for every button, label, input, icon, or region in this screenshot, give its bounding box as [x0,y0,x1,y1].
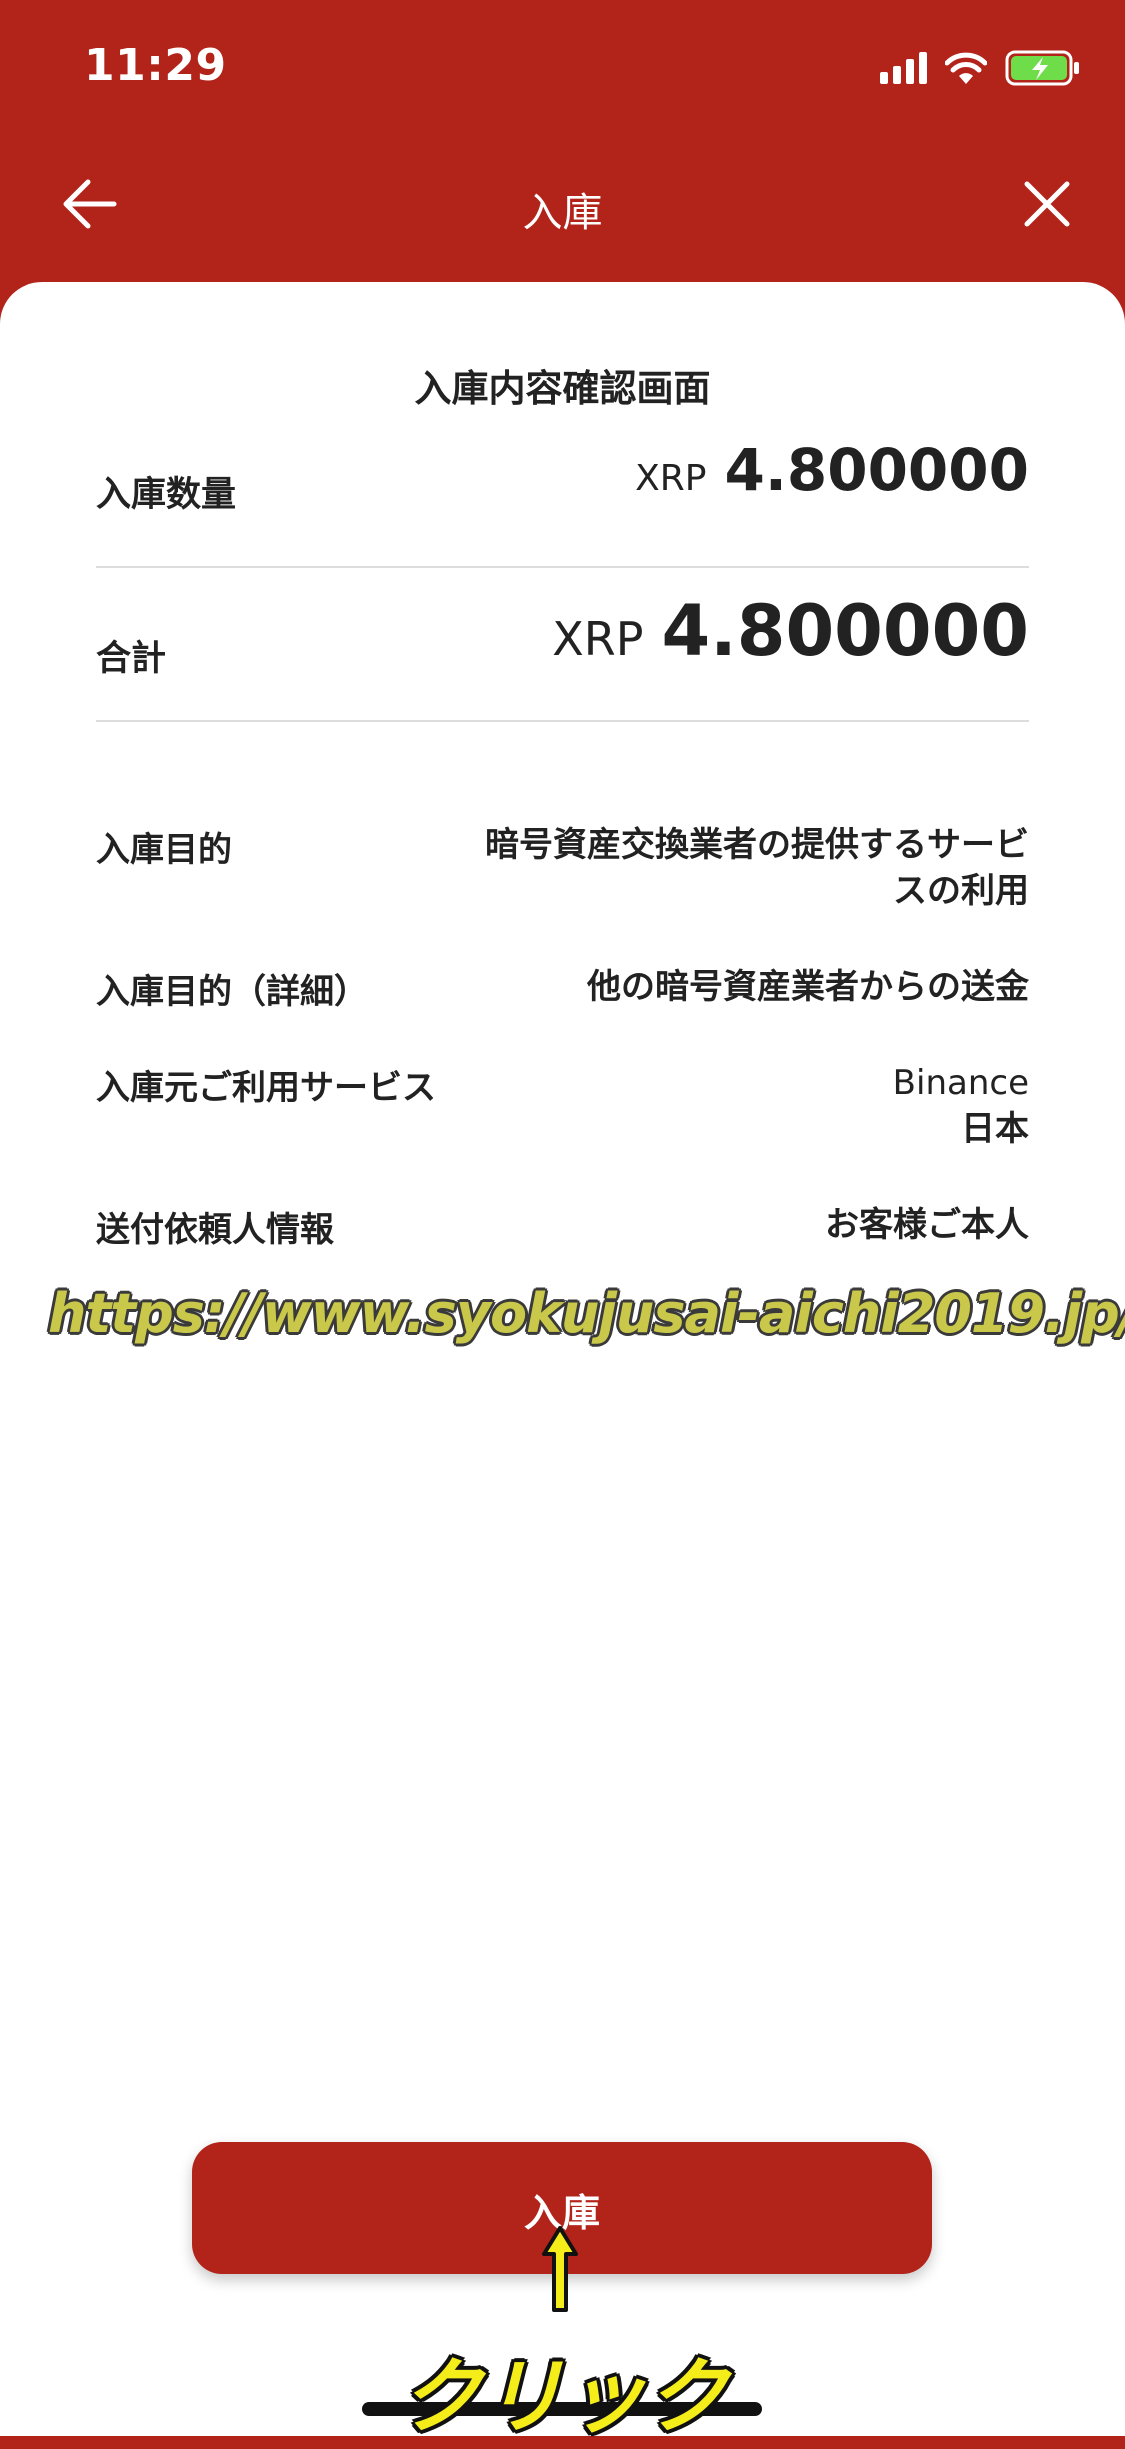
battery-charging-icon [1005,50,1079,86]
source-service-name: Binance [892,1063,1029,1103]
purpose-label: 入庫目的 [96,830,232,870]
nav-title: 入庫 [522,190,603,236]
confirmation-card: 入庫内容確認画面 入庫数量 XRP 4.800000 合計 XRP 4.800000… [0,282,1125,2436]
watermark-url: https://www.syokujusai-aichi2019.jp/ [48,1282,1125,1345]
close-icon[interactable] [1019,176,1075,232]
sender-info-label: 送付依頼人情報 [96,1210,334,1250]
purpose-value-line1: 暗号資産交換業者の提供するサービ [485,825,1029,865]
deposit-quantity-label: 入庫数量 [96,475,237,515]
currency-unit: XRP [635,458,707,499]
deposit-quantity-row: 入庫数量 XRP 4.800000 [96,432,1029,568]
status-icons [880,48,1081,88]
click-annotation: クリック [400,2350,728,2445]
nav-bar: 入庫 [0,150,1125,270]
deposit-quantity-value: XRP 4.800000 [635,436,1029,504]
amount-number: 4.800000 [661,590,1029,672]
status-bar: 11:29 [0,0,1125,132]
purpose-detail-value: 他の暗号資産業者からの送金 [587,967,1029,1007]
wifi-icon [945,52,987,84]
source-service-value: Binance 日本 [429,1060,1029,1152]
purpose-detail-label: 入庫目的（詳細） [96,972,368,1012]
arrow-up-icon [542,2226,578,2312]
sender-info-value: お客様ご本人 [825,1205,1029,1245]
signal-icon [880,52,927,84]
source-service-country: 日本 [961,1109,1029,1149]
source-service-label: 入庫元ご利用サービス [96,1068,436,1108]
total-label: 合計 [96,639,167,679]
screen-title: 入庫内容確認画面 [414,367,711,410]
purpose-value: 暗号資産交換業者の提供するサービ スの利用 [429,822,1029,914]
total-value: XRP 4.800000 [552,590,1029,672]
status-time: 11:29 [84,40,227,91]
currency-unit: XRP [552,612,644,666]
amount-number: 4.800000 [724,436,1029,504]
total-row: 合計 XRP 4.800000 [96,568,1029,722]
purpose-value-line2: スの利用 [893,871,1029,911]
